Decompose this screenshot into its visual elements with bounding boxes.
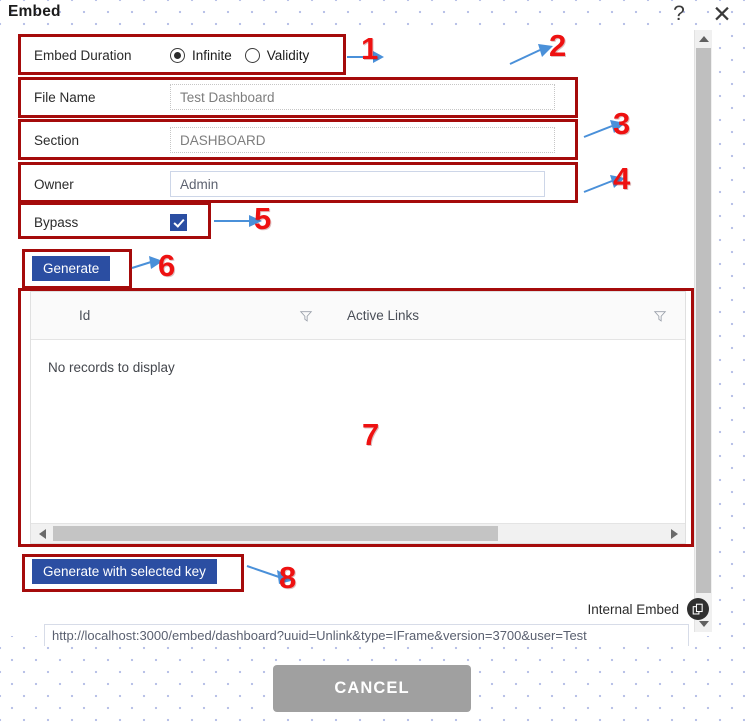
internal-embed-label: Internal Embed [587, 601, 679, 617]
embed-duration-row: Embed Duration Infinite Validity [20, 37, 345, 73]
file-name-input[interactable]: Test Dashboard [170, 84, 555, 110]
file-name-row: File Name Test Dashboard [20, 79, 555, 115]
grid-body: No records to display [31, 340, 685, 524]
scroll-up-arrow-icon[interactable] [695, 30, 712, 47]
section-label: Section [34, 132, 80, 148]
bypass-checkbox[interactable] [170, 213, 187, 231]
question-mark-icon[interactable]: ? [666, 1, 692, 27]
embed-url-text: http://localhost:3000/embed/dashboard?uu… [52, 628, 587, 643]
owner-label: Owner [34, 176, 74, 192]
file-name-label: File Name [34, 89, 96, 105]
vertical-scrollbar-thumb[interactable] [696, 48, 711, 593]
grid-horizontal-scrollbar[interactable] [31, 523, 685, 543]
grid-column-id-label: Id [79, 308, 91, 323]
dialog-vertical-scrollbar[interactable] [694, 30, 712, 632]
filter-icon[interactable] [653, 309, 667, 323]
close-icon[interactable]: ✕ [709, 1, 735, 27]
scroll-right-arrow-icon[interactable] [665, 524, 683, 543]
dialog-title: Embed [8, 3, 61, 20]
radio-infinite[interactable] [170, 47, 185, 63]
radio-validity[interactable] [244, 47, 260, 63]
grid-empty-message: No records to display [48, 360, 175, 375]
grid-column-active-links-label: Active Links [347, 308, 420, 323]
generate-with-selected-key-button[interactable]: Generate with selected key [32, 559, 217, 584]
grid-column-active-links[interactable]: Active Links [327, 292, 679, 339]
owner-input[interactable]: Admin [170, 171, 545, 197]
grid-header-row: Id Active Links [31, 292, 685, 340]
internal-embed-row: Internal Embed [587, 598, 709, 620]
generate-button[interactable]: Generate [32, 256, 111, 281]
grid-column-id[interactable]: Id [31, 292, 327, 339]
copy-icon[interactable] [687, 598, 709, 620]
horizontal-scrollbar-thumb[interactable] [53, 526, 498, 541]
scroll-left-arrow-icon[interactable] [33, 524, 51, 543]
cancel-button[interactable]: CANCEL [273, 665, 471, 712]
owner-row: Owner Admin [20, 166, 545, 202]
active-links-grid: Id Active Links No records to display [30, 291, 686, 544]
bypass-label: Bypass [34, 214, 79, 230]
section-row: Section DASHBOARD [20, 122, 555, 158]
embed-url-field[interactable]: http://localhost:3000/embed/dashboard?uu… [44, 624, 689, 646]
bypass-row: Bypass [20, 204, 187, 240]
embed-duration-radio-group: Infinite Validity [170, 47, 315, 63]
radio-infinite-label[interactable]: Infinite [192, 48, 232, 63]
filter-icon[interactable] [299, 309, 313, 323]
embed-dialog: Embed ? ✕ Embed Duration Infinite Validi… [0, 0, 745, 728]
section-input[interactable]: DASHBOARD [170, 127, 555, 153]
radio-validity-label[interactable]: Validity [267, 48, 310, 63]
embed-duration-label: Embed Duration [34, 47, 132, 63]
